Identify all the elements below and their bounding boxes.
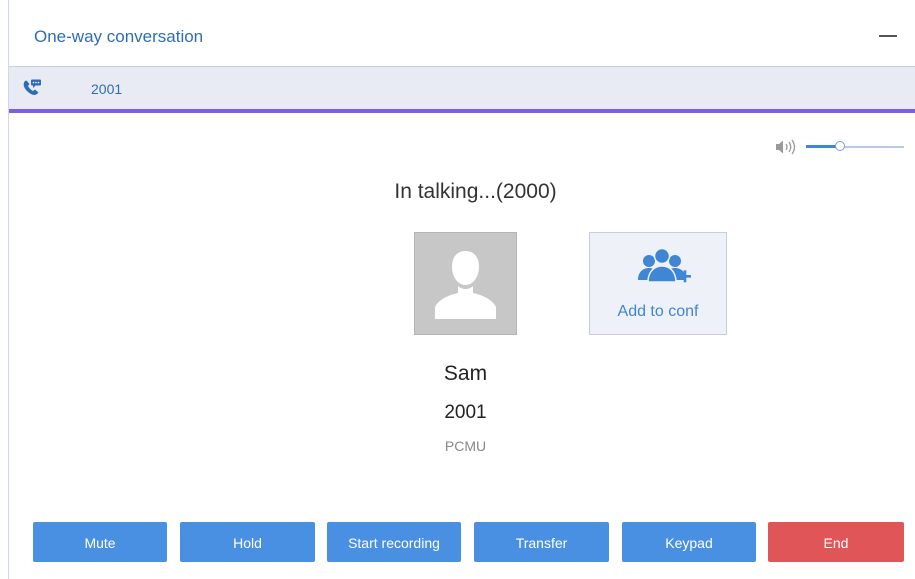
add-to-conf-button[interactable]: Add to conf — [589, 232, 727, 335]
title-bar: One-way conversation — [9, 0, 915, 67]
call-tab-2001[interactable]: 2001 — [9, 67, 209, 109]
call-tab-label: 2001 — [91, 81, 123, 97]
contact-number: 2001 — [444, 402, 487, 423]
person-placeholder-icon — [435, 251, 496, 319]
contact-avatar — [414, 232, 517, 335]
speaker-icon[interactable] — [774, 139, 800, 155]
keypad-button[interactable]: Keypad — [622, 522, 756, 562]
phone-chat-icon — [23, 79, 41, 95]
volume-slider[interactable] — [806, 139, 904, 155]
call-status-text: In talking...(2000) — [394, 180, 557, 203]
add-group-icon — [638, 247, 691, 283]
volume-slider-thumb[interactable] — [835, 141, 846, 151]
end-call-button[interactable]: End — [768, 522, 904, 562]
call-tab-bar: 2001 — [9, 67, 915, 113]
conversation-window: One-way conversation 2001 In talking...(… — [8, 0, 915, 579]
call-codec: PCMU — [444, 438, 487, 454]
minimize-icon — [879, 35, 897, 37]
start-recording-button[interactable]: Start recording — [327, 522, 461, 562]
transfer-button[interactable]: Transfer — [474, 522, 609, 562]
call-status: In talking...(2000) — [9, 180, 915, 204]
hold-button[interactable]: Hold — [180, 522, 315, 562]
minimize-button[interactable] — [871, 24, 905, 48]
window-title: One-way conversation — [34, 27, 204, 46]
add-to-conf-label: Add to conf — [617, 303, 699, 320]
contact-name: Sam — [443, 362, 488, 385]
mute-button[interactable]: Mute — [33, 522, 167, 562]
